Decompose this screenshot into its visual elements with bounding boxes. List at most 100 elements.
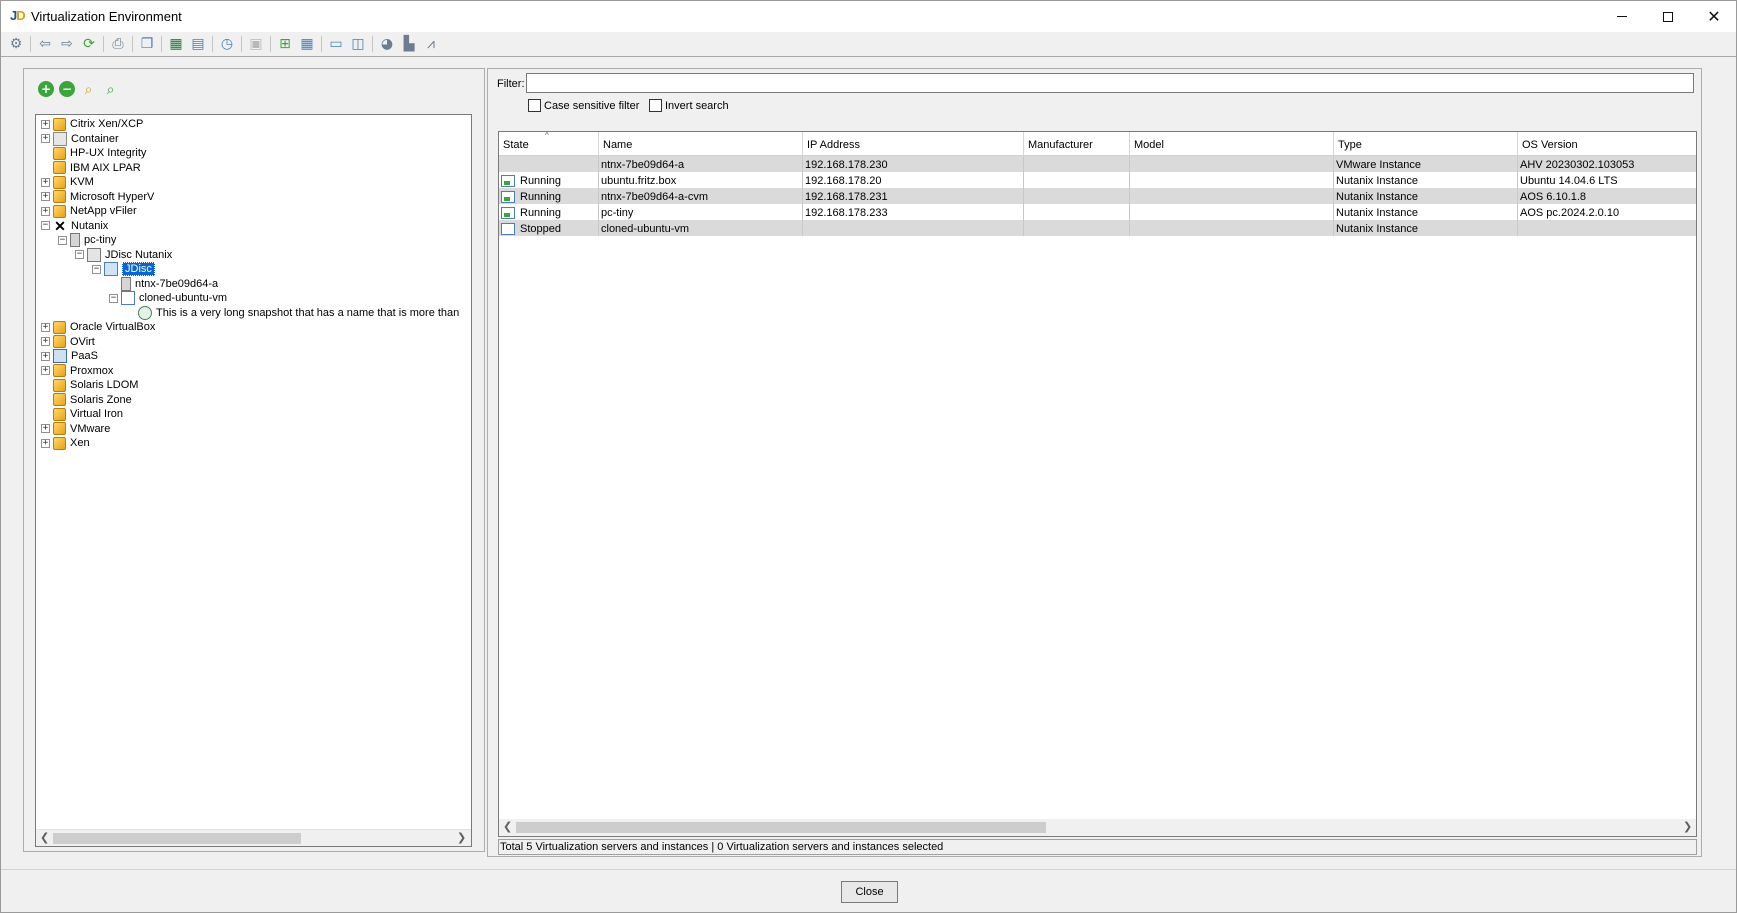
table-icon[interactable]: ▦: [296, 34, 318, 54]
bar-chart-icon[interactable]: ▙: [398, 34, 420, 54]
forward-icon[interactable]: ⇨: [56, 34, 78, 54]
column-header-name[interactable]: Name: [599, 132, 803, 156]
hierarchy-icon[interactable]: ⊞: [274, 34, 296, 54]
expand-icon[interactable]: +: [41, 177, 50, 187]
invert-search-checkbox-row[interactable]: Invert search: [649, 99, 729, 112]
copy-icon[interactable]: ❐: [136, 34, 158, 54]
expand-icon[interactable]: +: [41, 438, 50, 448]
toolbar-separator: [103, 36, 104, 52]
column-header-ip[interactable]: IP Address: [803, 132, 1024, 156]
scroll-left-icon[interactable]: ❮: [40, 831, 49, 844]
search-next-icon[interactable]: ⌕: [102, 81, 119, 98]
collapse-icon[interactable]: −: [58, 235, 67, 245]
invert-search-checkbox[interactable]: [649, 99, 662, 112]
table-cell-ip: [803, 220, 1024, 236]
table-row[interactable]: Running pc-tiny 192.168.178.233 Nutanix Ins…: [499, 204, 1696, 220]
table-row[interactable]: ntnx-7be09d64-a 192.168.178.230 VMware Ins…: [499, 156, 1696, 172]
table-header: State ^ Name IP Address Manufacturer Mode…: [499, 132, 1696, 156]
table-cell-state: [499, 156, 599, 172]
case-sensitive-checkbox[interactable]: [528, 99, 541, 112]
toolbar: ⚙ ⇦ ⇨ ⟳ ⎙ ❐ ▦ ▤ ◷ ▣ ⊞ ▦ ▭ ◫ ◕ ▙ ⩘: [1, 32, 1736, 56]
table-cell-name: ntnx-7be09d64-a-cvm: [599, 188, 803, 204]
back-icon[interactable]: ⇦: [34, 34, 56, 54]
excel-icon[interactable]: ▦: [165, 34, 187, 54]
close-window-button[interactable]: ✕: [1691, 1, 1737, 32]
vm-running-icon: [501, 191, 515, 203]
tree-horizontal-scrollbar[interactable]: ❮ ❯: [36, 829, 471, 846]
scroll-left-icon[interactable]: ❮: [503, 820, 512, 833]
case-sensitive-checkbox-row[interactable]: Case sensitive filter: [528, 99, 639, 112]
tree-item[interactable]: This is a very long snapshot that has a …: [126, 305, 459, 321]
application-window: JD Virtualization Environment ✕ ⚙ ⇦ ⇨ ⟳ …: [0, 0, 1737, 913]
table-horizontal-scrollbar[interactable]: ❮ ❯: [499, 819, 1696, 836]
disabled-icon[interactable]: ▣: [245, 34, 267, 54]
column-header-state[interactable]: State ^: [499, 132, 599, 156]
search-icon[interactable]: ⌕: [80, 81, 97, 98]
table-cell-name: ntnx-7be09d64-a: [599, 156, 803, 172]
layout-icon[interactable]: ▭: [325, 34, 347, 54]
line-chart-icon[interactable]: ⩘: [420, 34, 442, 54]
column-header-model[interactable]: Model: [1130, 132, 1334, 156]
paas-icon: [53, 349, 67, 363]
toolbar-separator: [241, 36, 242, 52]
expand-icon[interactable]: +: [41, 192, 50, 201]
cube-icon: [53, 117, 66, 131]
sort-ascending-icon: ^: [545, 131, 549, 140]
table-cell-ip: 192.168.178.20: [803, 172, 1024, 188]
table-cell-type: Nutanix Instance: [1334, 204, 1518, 220]
export-icon[interactable]: ▤: [187, 34, 209, 54]
expand-icon[interactable]: +: [41, 206, 50, 216]
tree-item-label: Container: [71, 132, 119, 145]
collapse-all-icon[interactable]: −: [59, 81, 75, 97]
scroll-right-icon[interactable]: ❯: [457, 831, 466, 844]
clock-icon[interactable]: ◷: [216, 34, 238, 54]
table-row[interactable]: Running ubuntu.fritz.box 192.168.178.20 Nut…: [499, 172, 1696, 188]
column-header-manufacturer[interactable]: Manufacturer: [1024, 132, 1130, 156]
column-header-type[interactable]: Type: [1334, 132, 1518, 156]
collapse-icon[interactable]: −: [109, 293, 118, 303]
tree-item[interactable]: + Xen: [41, 435, 90, 451]
close-button[interactable]: Close: [841, 881, 898, 903]
split-icon[interactable]: ◫: [347, 34, 369, 54]
toolbar-separator: [212, 36, 213, 52]
collapse-icon[interactable]: −: [75, 250, 84, 259]
refresh-icon[interactable]: ⟳: [78, 34, 100, 54]
expand-icon[interactable]: +: [41, 366, 50, 375]
tree-panel: + − ⌕ ⌕ + Citrix Xen/XCP + Container HP-UX I…: [23, 68, 485, 852]
server-icon: [70, 233, 80, 247]
table-body: ntnx-7be09d64-a 192.168.178.230 VMware Ins…: [499, 156, 1696, 236]
table-row[interactable]: Running ntnx-7be09d64-a-cvm 192.168.178.23…: [499, 188, 1696, 204]
expand-icon[interactable]: +: [41, 322, 50, 332]
maximize-button[interactable]: [1645, 1, 1691, 32]
cell-text: Nutanix Instance: [1336, 175, 1418, 187]
navigation-tree[interactable]: + Citrix Xen/XCP + Container HP-UX Integrity…: [35, 114, 472, 847]
expand-icon[interactable]: +: [41, 424, 50, 433]
scrollbar-thumb[interactable]: [516, 822, 1046, 833]
expand-icon[interactable]: +: [41, 337, 50, 346]
expand-icon[interactable]: +: [41, 351, 50, 361]
expand-all-icon[interactable]: +: [38, 81, 54, 97]
table-cell-manufacturer: [1024, 156, 1130, 172]
cell-text: Nutanix Instance: [1336, 207, 1418, 219]
table-cell-type: Nutanix Instance: [1334, 220, 1518, 236]
print-icon[interactable]: ⎙: [107, 34, 129, 54]
table-cell-os: AOS 6.10.1.8: [1518, 188, 1696, 204]
expand-icon[interactable]: +: [41, 134, 50, 143]
tree-item-label: Microsoft HyperV: [70, 190, 155, 203]
tree-item-label: Virtual Iron: [70, 408, 123, 420]
table-row[interactable]: Stopped cloned-ubuntu-vm Nutanix Instance: [499, 220, 1696, 236]
pie-chart-icon[interactable]: ◕: [376, 34, 398, 54]
host-icon: [104, 262, 118, 276]
gear-icon[interactable]: ⚙: [5, 34, 27, 54]
scrollbar-thumb[interactable]: [53, 833, 301, 844]
column-header-os-version[interactable]: OS Version: [1518, 132, 1696, 156]
minimize-button[interactable]: [1599, 1, 1645, 32]
collapse-icon[interactable]: −: [41, 221, 50, 230]
cell-text: Running: [520, 207, 561, 219]
filter-input[interactable]: [526, 73, 1694, 93]
scroll-right-icon[interactable]: ❯: [1683, 820, 1692, 833]
expand-icon[interactable]: +: [41, 119, 50, 129]
cell-text: cloned-ubuntu-vm: [601, 223, 690, 235]
collapse-icon[interactable]: −: [92, 264, 101, 274]
cell-text: 192.168.178.231: [805, 191, 888, 203]
